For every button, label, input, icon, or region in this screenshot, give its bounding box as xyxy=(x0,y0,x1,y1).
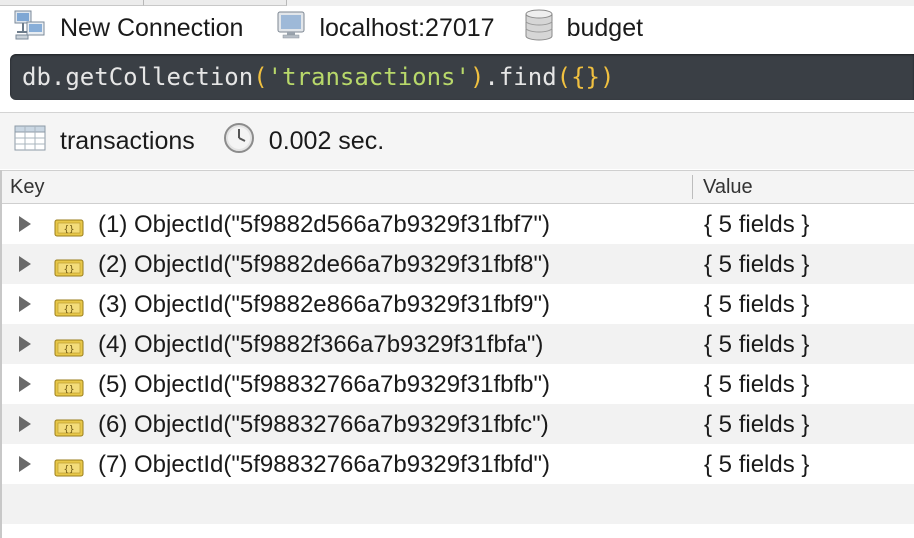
objectid-icon: {} xyxy=(54,376,84,404)
query-open-paren: ( xyxy=(253,63,268,91)
query-find: find xyxy=(498,63,557,91)
row-key: (7) ObjectId("5f98832766a7b9329f31fbfd") xyxy=(98,451,551,478)
query-close-paren: ) xyxy=(469,63,485,91)
query-find-args: ({}) xyxy=(556,63,615,91)
table-grid-icon xyxy=(14,125,46,158)
objectid-icon: {} xyxy=(54,216,84,244)
row-value: { 5 fields } xyxy=(704,211,810,238)
disclosure-triangle-icon[interactable] xyxy=(19,416,31,432)
collection-name: transactions xyxy=(60,126,195,155)
table-row[interactable]: {} (4) ObjectId("5f9882f366a7b9329f31fbfa… xyxy=(2,324,914,364)
column-header-key[interactable]: Key xyxy=(10,176,44,199)
row-key: (4) ObjectId("5f9882f366a7b9329f31fbfa") xyxy=(98,331,544,358)
row-key: (2) ObjectId("5f9882de66a7b9329f31fbf8") xyxy=(98,251,551,278)
disclosure-triangle-icon[interactable] xyxy=(19,296,31,312)
query-collection-arg: 'transactions' xyxy=(267,63,470,91)
objectid-icon: {} xyxy=(54,296,84,324)
database-item[interactable]: budget xyxy=(525,9,643,48)
query-dot: . xyxy=(50,63,66,91)
query-db: db xyxy=(22,63,51,91)
column-header-value[interactable]: Value xyxy=(703,176,753,199)
database-cylinder-icon xyxy=(525,9,553,48)
result-info-bar: transactions 0.002 sec. xyxy=(0,113,914,169)
connection-bar: New Connection localhost:27017 budget xyxy=(0,6,914,50)
server-item[interactable]: localhost:27017 xyxy=(277,11,495,46)
query-time: 0.002 sec. xyxy=(268,126,385,155)
objectid-icon: {} xyxy=(54,456,84,484)
database-name: budget xyxy=(566,13,644,42)
row-value: { 5 fields } xyxy=(704,451,810,478)
disclosure-triangle-icon[interactable] xyxy=(19,336,31,352)
svg-text:{}: {} xyxy=(64,425,75,435)
network-computers-icon xyxy=(14,10,46,47)
row-value: { 5 fields } xyxy=(704,331,810,358)
query-editor[interactable]: db.getCollection('transactions').find({}… xyxy=(10,54,914,100)
table-row[interactable]: {} (3) ObjectId("5f9882e866a7b9329f31fbf9… xyxy=(2,284,914,324)
table-row[interactable]: {} (5) ObjectId("5f98832766a7b9329f31fbfb… xyxy=(2,364,914,404)
row-key: (1) ObjectId("5f9882d566a7b9329f31fbf7") xyxy=(98,211,551,238)
connection-name: New Connection xyxy=(60,13,244,42)
table-header: Key Value xyxy=(2,170,914,204)
disclosure-triangle-icon[interactable] xyxy=(19,256,31,272)
svg-text:{}: {} xyxy=(64,225,75,235)
table-row[interactable]: {} (7) ObjectId("5f98832766a7b9329f31fbfd… xyxy=(2,444,914,484)
monitor-icon xyxy=(277,11,305,46)
row-value: { 5 fields } xyxy=(704,251,810,278)
query-method: getCollection xyxy=(65,63,254,91)
row-value: { 5 fields } xyxy=(704,371,810,398)
table-row[interactable]: {} (1) ObjectId("5f9882d566a7b9329f31fbf7… xyxy=(2,204,914,244)
query-dot: . xyxy=(484,63,499,91)
table-body: {} (1) ObjectId("5f9882d566a7b9329f31fbf7… xyxy=(2,204,914,524)
row-key: (3) ObjectId("5f9882e866a7b9329f31fbf9") xyxy=(98,291,551,318)
row-value: { 5 fields } xyxy=(704,411,810,438)
svg-text:{}: {} xyxy=(64,385,75,395)
query-text[interactable]: db.getCollection('transactions').find({}… xyxy=(22,61,614,93)
svg-text:{}: {} xyxy=(64,345,75,355)
connection-item[interactable]: New Connection xyxy=(14,10,243,47)
svg-text:{}: {} xyxy=(64,305,75,315)
row-key: (6) ObjectId("5f98832766a7b9329f31fbfc") xyxy=(98,411,549,438)
row-key: (5) ObjectId("5f98832766a7b9329f31fbfb") xyxy=(98,371,551,398)
svg-text:{}: {} xyxy=(64,465,75,475)
row-value: { 5 fields } xyxy=(704,291,810,318)
objectid-icon: {} xyxy=(54,416,84,444)
table-row[interactable]: {} (6) ObjectId("5f98832766a7b9329f31fbfc… xyxy=(2,404,914,444)
objectid-icon: {} xyxy=(54,336,84,364)
column-divider[interactable] xyxy=(692,175,693,199)
objectid-icon: {} xyxy=(54,256,84,284)
clock-icon xyxy=(223,122,255,161)
disclosure-triangle-icon[interactable] xyxy=(19,376,31,392)
disclosure-triangle-icon[interactable] xyxy=(19,216,31,232)
results-table: Key Value {} (1) ObjectId("5f9882d566a7b9… xyxy=(0,170,914,538)
empty-row xyxy=(2,484,914,524)
server-address: localhost:27017 xyxy=(319,13,495,42)
table-row[interactable]: {} (2) ObjectId("5f9882de66a7b9329f31fbf8… xyxy=(2,244,914,284)
svg-text:{}: {} xyxy=(64,265,75,275)
disclosure-triangle-icon[interactable] xyxy=(19,456,31,472)
